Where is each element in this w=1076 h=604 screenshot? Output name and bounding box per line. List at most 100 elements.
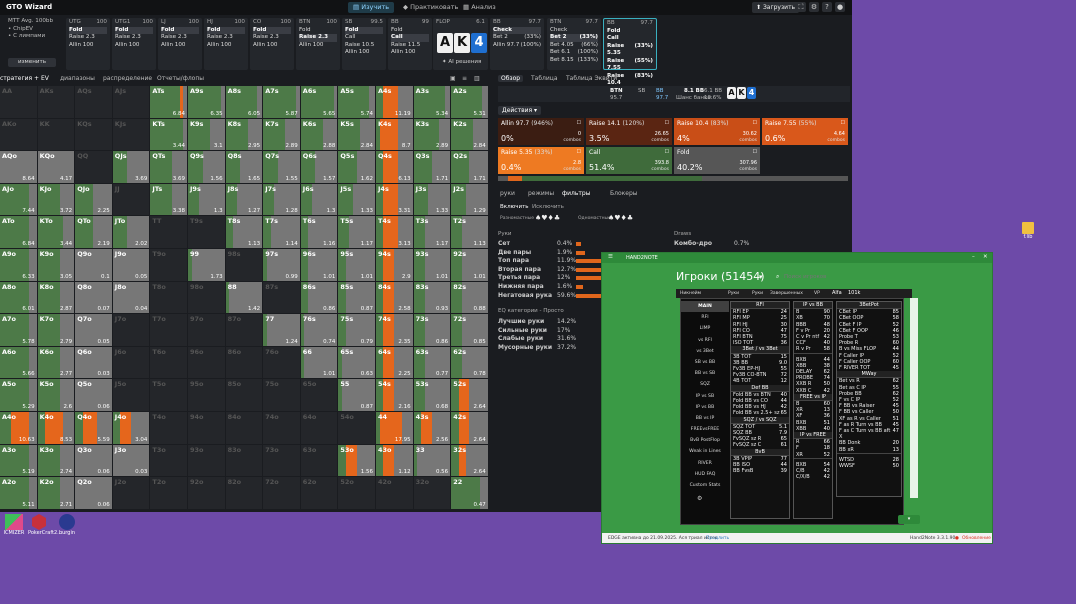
hud-stat-row[interactable]: C/X/B 42 (794, 474, 832, 480)
hand-cell[interactable]: 64s 2.25 (376, 346, 414, 380)
hand-cell[interactable]: A2s 5.31 (451, 86, 489, 119)
compact-view-icon[interactable]: ▥ (474, 75, 480, 82)
tab-equity-table[interactable]: Таблица Эквити (566, 75, 617, 82)
hud-tab[interactable]: HUD FAQ (681, 469, 729, 480)
hand-cell[interactable]: J2s 1.29 (451, 183, 489, 217)
hand-cell[interactable]: 42s 2.64 (451, 412, 489, 445)
hand-cell[interactable]: A8o 6.01 (0, 281, 38, 315)
col-hands[interactable]: Руки (728, 291, 739, 296)
hand-cell[interactable]: A9s 6.35 (188, 86, 226, 119)
hand-cell[interactable]: Q3s 1.71 (413, 151, 452, 184)
position-action[interactable]: Fold (391, 27, 429, 35)
hand-cell[interactable]: Q3o 0.06 (75, 444, 113, 478)
hand-cell[interactable]: 96s 1.01 (300, 249, 339, 282)
player-name-alfa[interactable]: Alfa (832, 290, 842, 296)
hand-cell[interactable]: A3o 5.19 (0, 444, 38, 478)
hand-cell[interactable]: 84o (225, 412, 264, 445)
status-update-link[interactable]: Обновление (962, 536, 991, 541)
eq-category-label[interactable]: Лучшие руки (498, 318, 544, 325)
hand-cell[interactable]: A5s 5.74 (338, 86, 376, 119)
hand-cell[interactable]: J3o 0.03 (112, 444, 151, 478)
hand-cell[interactable]: KQs (75, 118, 113, 152)
position-action[interactable]: Raise 2.3 (299, 34, 337, 42)
hud-tab[interactable]: RIVER (681, 458, 729, 469)
hand-cell[interactable]: 86s 0.86 (300, 281, 339, 315)
position-action[interactable]: Allin 100 (115, 42, 153, 50)
hud-settings-icon[interactable]: ⚙ (697, 495, 702, 502)
hand-cell[interactable]: Q9o 0.1 (75, 249, 113, 282)
hud-tab[interactable]: vs RFI (681, 335, 729, 346)
btn-action-box[interactable]: BTN 97.7 Check Bet 2 (33%) Bet 4.05 (66%) B… (547, 18, 601, 70)
checkbox-icon[interactable]: ☐ (841, 120, 845, 126)
hand-cell[interactable]: 65s 0.63 (338, 346, 376, 380)
hand-cell[interactable]: K5o 2.6 (37, 379, 76, 412)
hand-cell[interactable]: 64o (300, 412, 339, 445)
hand-cell[interactable]: Q9s 1.56 (188, 151, 226, 184)
eq-category-label[interactable]: Слабые руки (498, 335, 543, 342)
tab-ranges[interactable]: диапазоны (60, 75, 95, 82)
player-search-input[interactable] (784, 272, 874, 281)
help-icon[interactable]: ? (822, 2, 832, 12)
hand-cell[interactable]: 62s 0.78 (451, 346, 489, 380)
account-icon[interactable]: ● (835, 2, 845, 12)
hand-cell[interactable]: 63o (300, 444, 339, 478)
hand-cell[interactable]: J5s 1.33 (338, 183, 376, 217)
position-action[interactable]: Call (391, 34, 429, 42)
hand-cell[interactable]: JJ (112, 183, 151, 217)
position-box-sb[interactable]: SB 99.5 Fold Call Raise 10.5 Allin 100 (342, 18, 386, 70)
hand-category-label[interactable]: Нижняя пара (498, 283, 544, 290)
hand-cell[interactable]: 75o (263, 379, 301, 412)
hand-cell[interactable]: QJo 2.25 (75, 183, 113, 217)
checkbox-icon[interactable]: ☐ (753, 149, 757, 155)
hand-cell[interactable]: K9s 3.1 (188, 118, 226, 152)
status-renew-link[interactable]: Продлить (706, 536, 729, 541)
hand-cell[interactable]: J9o 0.05 (112, 249, 151, 282)
hand-cell[interactable]: T6o (150, 346, 188, 380)
hand-cell[interactable]: Q6o 0.03 (75, 346, 113, 380)
hand-cell[interactable]: 97o (188, 314, 226, 347)
hand-cell[interactable]: 76s 0.74 (300, 314, 339, 347)
desktop-icon-pokercraft[interactable]: PokerCraft2... (28, 514, 62, 536)
nav-practice-tab[interactable]: ◆ Практиковать (398, 2, 463, 13)
checkbox-icon[interactable]: ☐ (577, 120, 581, 126)
hand-cell[interactable]: A5o 5.29 (0, 379, 38, 412)
position-action[interactable]: Allin 100 (207, 42, 245, 50)
hand-cell[interactable]: A2o 5.11 (0, 477, 38, 510)
hand-cell[interactable]: T9o (150, 249, 188, 282)
hand-cell[interactable]: AA (0, 86, 38, 119)
hand-cell[interactable]: Q2s 1.71 (451, 151, 489, 184)
hand-cell[interactable]: JTs 3.38 (150, 183, 188, 217)
hand-cell[interactable]: K6o 2.77 (37, 346, 76, 380)
tab-hands[interactable]: руки (500, 190, 515, 197)
dropdown-expand-button[interactable]: ▾ (898, 515, 920, 524)
position-action[interactable]: Allin 100 (161, 42, 199, 50)
hand-cell[interactable]: A6s 5.65 (300, 86, 339, 119)
position-box-hj[interactable]: HJ 100 Fold Raise 2.3 Allin 100 (204, 18, 248, 70)
hand-cell[interactable]: T3s 1.17 (413, 216, 452, 249)
hand-cell[interactable]: 96o (188, 346, 226, 380)
hand-cell[interactable]: 92s 1.01 (451, 249, 489, 282)
fullscreen-icon[interactable]: ⛶ (796, 2, 806, 12)
enable-toggle[interactable]: Включить (500, 204, 529, 210)
hand-cell[interactable]: Q7o 0.05 (75, 314, 113, 347)
bb2-raise535[interactable]: Raise 5.35 (607, 43, 634, 58)
hand-cell[interactable]: Q5o 0.06 (75, 379, 113, 412)
upload-button[interactable]: ⬆ Загрузить (752, 2, 800, 13)
hand-cell[interactable]: 52s 2.64 (451, 379, 489, 412)
hand-category-label[interactable]: Две пары (498, 249, 531, 256)
bb-allin[interactable]: Allin 97.7 (493, 42, 519, 50)
hand-cell[interactable]: K6s 2.88 (300, 118, 339, 152)
hand-cell[interactable]: K7s 2.89 (263, 118, 301, 152)
position-action[interactable]: Raise 2.3 (253, 34, 291, 42)
hand-cell[interactable]: 85o (225, 379, 264, 412)
btn-bet2[interactable]: Bet 2 (550, 34, 567, 42)
col-completed[interactable]: Завершенных (770, 291, 803, 296)
hand-cell[interactable]: 66 1.01 (300, 346, 339, 380)
hand-cell[interactable]: 98o (188, 281, 226, 315)
hand-cell[interactable]: K3o 2.74 (37, 444, 76, 478)
hand-cell[interactable]: TT (150, 216, 188, 249)
hand-cell[interactable]: 74o (263, 412, 301, 445)
hand-cell[interactable]: 54o (338, 412, 376, 445)
btn-bet815[interactable]: Bet 8.15 (550, 57, 574, 65)
position-action[interactable]: Fold (207, 26, 245, 34)
